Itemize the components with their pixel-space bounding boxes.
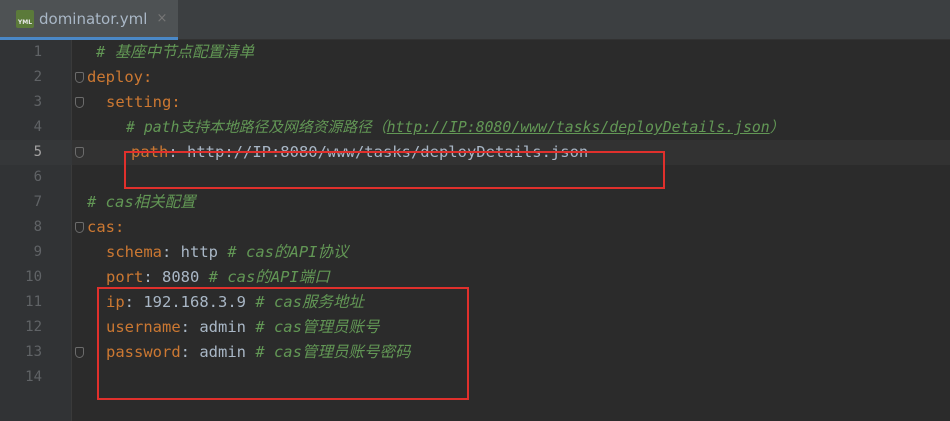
line-number: 3 xyxy=(33,94,42,110)
line-number: 12 xyxy=(25,319,42,335)
yaml-entry: password: admin # cas管理员账号密码 xyxy=(106,340,410,365)
comment: # cas相关配置 xyxy=(87,193,196,211)
fold-icon[interactable] xyxy=(75,97,84,108)
yaml-value: : admin xyxy=(180,318,256,336)
line-number: 6 xyxy=(33,169,42,185)
code-editor[interactable]: 1 # 基座中节点配置清单 2 deploy: 3 setting: 4 # p… xyxy=(0,40,950,421)
comment: # cas管理员账号 xyxy=(255,318,380,336)
yaml-entry: username: admin # cas管理员账号 xyxy=(106,315,379,340)
yaml-key: path xyxy=(131,143,169,161)
yaml-key: port xyxy=(106,268,144,286)
line-number: 9 xyxy=(33,244,42,260)
code-line[interactable]: 7 # cas相关配置 xyxy=(0,190,950,215)
file-tab[interactable]: YML dominator.yml × xyxy=(0,0,178,40)
line-number: 4 xyxy=(33,119,42,135)
comment-text: ） xyxy=(769,119,785,136)
yaml-entry: port: 8080 # cas的API端口 xyxy=(106,265,330,290)
code-line[interactable]: 12 username: admin # cas管理员账号 xyxy=(0,315,950,340)
yaml-key: cas xyxy=(87,218,115,236)
comment: # path支持本地路径及网络资源路径（http://IP:8080/www/t… xyxy=(126,115,785,140)
fold-icon[interactable] xyxy=(75,222,84,233)
yaml-entry: setting: xyxy=(106,90,181,115)
comment: # cas的API协议 xyxy=(227,243,349,261)
tab-filename: dominator.yml xyxy=(39,9,148,28)
yaml-key: password xyxy=(106,343,181,361)
line-number: 13 xyxy=(25,344,42,360)
code-line[interactable]: 8 cas: xyxy=(0,215,950,240)
code-line[interactable]: 2 deploy: xyxy=(0,65,950,90)
fold-icon[interactable] xyxy=(75,347,84,358)
yaml-value: : http xyxy=(162,243,228,261)
comment-link[interactable]: http://IP:8080/www/tasks/deployDetails.j… xyxy=(387,119,770,136)
yaml-colon: : xyxy=(171,93,181,111)
yaml-key: schema xyxy=(106,243,162,261)
yaml-entry: cas: xyxy=(87,215,124,240)
editor-tab-bar: YML dominator.yml × xyxy=(0,0,950,40)
code-line-current[interactable]: 5 path: http://IP:8080/www/tasks/deployD… xyxy=(0,140,950,165)
comment-text: # path支持本地路径及网络资源路径（ xyxy=(126,119,387,136)
line-number: 14 xyxy=(25,369,42,385)
code-line[interactable]: 4 # path支持本地路径及网络资源路径（http://IP:8080/www… xyxy=(0,115,950,140)
yaml-value: : admin xyxy=(180,343,256,361)
code-line[interactable]: 11 ip: 192.168.3.9 # cas服务地址 xyxy=(0,290,950,315)
yaml-key: ip xyxy=(106,293,125,311)
line-number: 5 xyxy=(33,144,42,160)
code-line[interactable]: 9 schema: http # cas的API协议 xyxy=(0,240,950,265)
comment: # cas的API端口 xyxy=(208,268,330,286)
code-line[interactable]: 1 # 基座中节点配置清单 xyxy=(0,40,950,65)
yml-file-icon: YML xyxy=(16,9,34,28)
line-number: 1 xyxy=(33,44,42,60)
code-line[interactable]: 6 xyxy=(0,165,950,190)
code-line[interactable]: 10 port: 8080 # cas的API端口 xyxy=(0,265,950,290)
yaml-value: : 8080 xyxy=(143,268,209,286)
line-number: 11 xyxy=(25,294,42,310)
yaml-colon: : xyxy=(143,68,153,86)
yaml-entry: path: http://IP:8080/www/tasks/deployDet… xyxy=(131,140,588,165)
yaml-key: deploy xyxy=(87,68,143,86)
line-number: 7 xyxy=(33,194,42,210)
yaml-value: : 192.168.3.9 xyxy=(124,293,256,311)
comment: # 基座中节点配置清单 xyxy=(96,43,255,61)
line-number: 8 xyxy=(33,219,42,235)
code-line[interactable]: 13 password: admin # cas管理员账号密码 xyxy=(0,340,950,365)
yaml-key: setting xyxy=(106,93,172,111)
close-icon[interactable]: × xyxy=(156,11,167,26)
code-line[interactable]: 14 xyxy=(0,365,950,390)
code-line[interactable]: 3 setting: xyxy=(0,90,950,115)
comment: # cas管理员账号密码 xyxy=(255,343,411,361)
yaml-entry: ip: 192.168.3.9 # cas服务地址 xyxy=(106,290,364,315)
yaml-entry: deploy: xyxy=(87,65,152,90)
yaml-key: username xyxy=(106,318,181,336)
fold-icon[interactable] xyxy=(75,72,84,83)
yaml-entry: schema: http # cas的API协议 xyxy=(106,240,348,265)
yaml-colon: : xyxy=(115,218,125,236)
yaml-value: : http://IP:8080/www/tasks/deployDetails… xyxy=(168,143,589,161)
comment: # cas服务地址 xyxy=(255,293,364,311)
line-number: 2 xyxy=(33,69,42,85)
line-number: 10 xyxy=(25,269,42,285)
fold-icon[interactable] xyxy=(75,147,84,158)
